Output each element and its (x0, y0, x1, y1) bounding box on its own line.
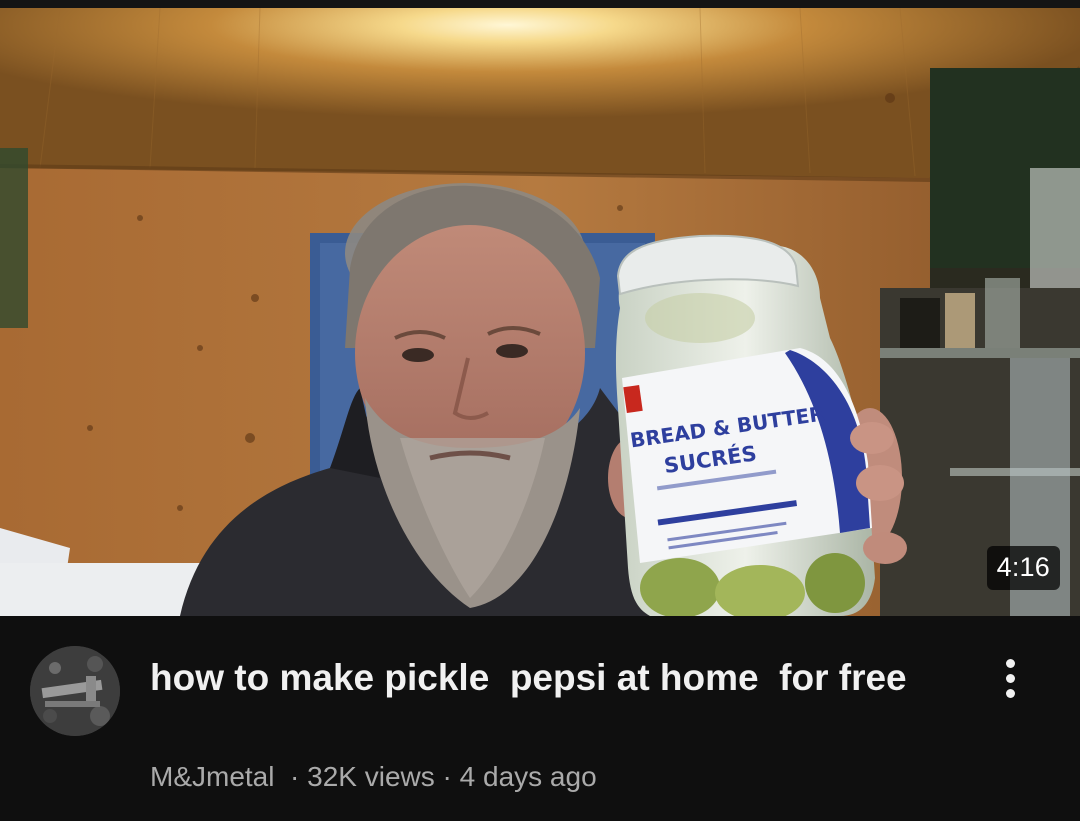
separator-dot: · (290, 761, 300, 792)
separator-dot: · (442, 761, 452, 792)
channel-name[interactable]: M&Jmetal (150, 761, 274, 792)
video-thumbnail[interactable]: BREAD & BUTTER SUCRÉS 4:16 (0, 8, 1080, 616)
channel-avatar-icon (30, 646, 120, 736)
view-count: 32K views (307, 761, 435, 792)
video-title[interactable]: how to make pickle pepsi at home for fre… (150, 652, 930, 703)
thumbnail-image: BREAD & BUTTER SUCRÉS (0, 8, 1080, 616)
video-card: BREAD & BUTTER SUCRÉS 4:16 how to make p… (0, 0, 1080, 821)
top-edge (0, 0, 1080, 8)
duration-badge: 4:16 (986, 546, 1060, 590)
video-subline: M&Jmetal · 32K views · 4 days ago (150, 761, 597, 793)
more-vert-icon (1005, 658, 1015, 698)
channel-avatar[interactable] (30, 646, 120, 736)
video-meta: how to make pickle pepsi at home for fre… (0, 616, 1080, 821)
upload-age: 4 days ago (459, 761, 597, 792)
more-options-button[interactable] (984, 652, 1036, 704)
